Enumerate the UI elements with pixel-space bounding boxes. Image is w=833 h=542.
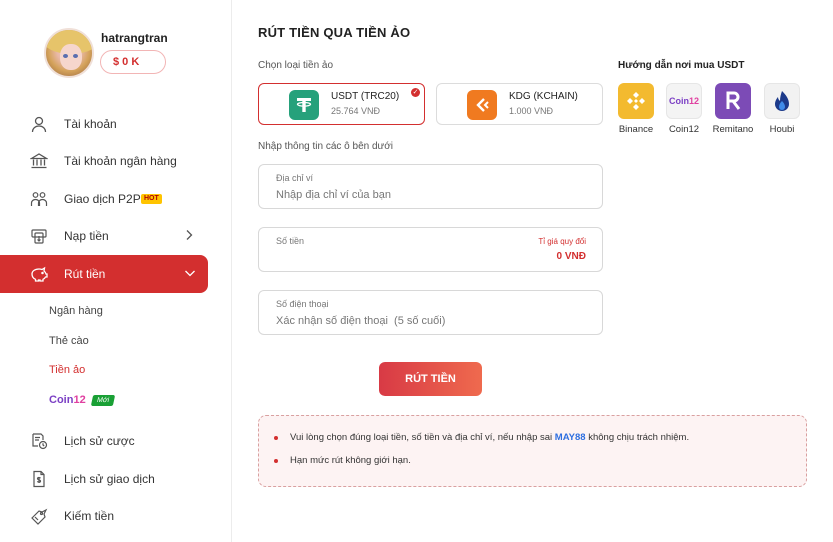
promo-code: MAY88 (554, 432, 586, 443)
sidebar-item-account[interactable]: Tài khoản (0, 105, 208, 143)
exchange-rate-label: Tỉ giá quy đổi (538, 237, 586, 246)
username: hatrangtran (101, 31, 168, 45)
sidebar-item-bet-history[interactable]: Lịch sử cược (0, 422, 208, 460)
notice-box: Vui lòng chọn đúng loại tiền, số tiền và… (258, 415, 807, 487)
exchange-label: Binance (618, 124, 654, 135)
sidebar-item-label: Lịch sử giao dịch (64, 472, 155, 486)
hot-badge: HOT (141, 194, 162, 204)
sidebar-item-deposit[interactable]: Nạp tiền (0, 217, 208, 255)
wallet-address-label: Địa chỉ ví (276, 173, 314, 183)
sidebar-item-p2p[interactable]: Giao dịch P2P HOT (0, 180, 208, 218)
sidebar-item-withdraw[interactable]: Rút tiền (0, 255, 208, 293)
sidebar-item-label: Nạp tiền (64, 229, 109, 243)
tether-icon (289, 90, 319, 120)
sidebar-item-label: Giao dịch P2P (64, 192, 141, 206)
sidebar-item-label: Tài khoản ngân hàng (64, 154, 177, 168)
main-panel: RÚT TIỀN QUA TIỀN ẢO Chọn loại tiền ảo U… (232, 0, 833, 542)
exchange-label: Coin12 (668, 124, 700, 135)
bet-history-icon (29, 431, 49, 451)
houbi-icon (764, 83, 800, 119)
chevron-down-icon (184, 267, 196, 281)
choose-coin-label: Chọn loại tiền ảo (258, 60, 334, 71)
exchange-coin12[interactable]: Coin12 Coin12 (660, 83, 708, 135)
piggy-bank-icon (29, 264, 49, 284)
avatar[interactable] (44, 28, 94, 78)
submenu-item-coin12[interactable]: Coin12 Mới (49, 394, 115, 406)
new-badge: Mới (90, 394, 115, 406)
exchange-binance[interactable]: Binance (612, 83, 660, 135)
sidebar-item-label: Tài khoản (64, 117, 117, 131)
sidebar-item-bank-account[interactable]: Tài khoản ngân hàng (0, 142, 208, 180)
exchange-rate-value: 0 VNĐ (556, 251, 586, 262)
page-title: RÚT TIỀN QUA TIỀN ẢO (258, 25, 411, 40)
submenu-item-crypto[interactable]: Tiền ảo (49, 364, 85, 376)
sidebar: hatrangtran $ 0 K Tài khoản Tài khoản ng… (0, 0, 232, 542)
sidebar-item-label: Rút tiền (64, 267, 106, 281)
submenu-item-card[interactable]: Thẻ cào (49, 335, 89, 347)
phone-input[interactable] (276, 313, 586, 329)
coin12-icon: Coin12 (666, 83, 702, 119)
phone-field[interactable]: Số điện thoại (258, 290, 603, 335)
wallet-address-input[interactable] (276, 187, 586, 203)
coin-option-usdt[interactable]: USDT (TRC20) 25.764 VNĐ ✓ (258, 83, 425, 125)
exchange-label: Remitano (712, 124, 754, 135)
coin-name: USDT (TRC20) (331, 91, 400, 102)
deposit-icon (29, 226, 49, 246)
app-root: hatrangtran $ 0 K Tài khoản Tài khoản ng… (0, 0, 833, 542)
bank-icon (29, 151, 49, 171)
coin-price: 25.764 VNĐ (331, 106, 381, 116)
coin-option-kdg[interactable]: KDG (KCHAIN) 1.000 VNĐ (436, 83, 603, 125)
transaction-history-icon (29, 469, 49, 489)
earn-icon (29, 506, 49, 526)
p2p-icon (29, 189, 49, 209)
wallet-address-field[interactable]: Địa chỉ ví (258, 164, 603, 209)
coin-price: 1.000 VNĐ (509, 106, 554, 116)
withdraw-button[interactable]: RÚT TIỀN (379, 362, 482, 396)
coin-name: KDG (KCHAIN) (509, 91, 578, 102)
sidebar-item-transaction-history[interactable]: Lịch sử giao dịch (0, 460, 208, 498)
exchange-label: Houbi (769, 124, 795, 135)
remitano-icon (715, 83, 751, 119)
notice-item: Hạn mức rút không giới hạn. (274, 455, 689, 466)
binance-icon (618, 83, 654, 119)
chevron-right-icon (184, 229, 194, 244)
user-icon (29, 114, 49, 134)
sidebar-item-label: Lịch sử cược (64, 434, 135, 448)
notice-item: Vui lòng chọn đúng loại tiền, số tiền và… (274, 432, 689, 443)
sidebar-item-earn[interactable]: Kiếm tiền (0, 497, 208, 535)
info-label: Nhập thông tin các ô bên dưới (258, 141, 394, 152)
amount-input[interactable] (276, 250, 516, 266)
exchange-houbi[interactable]: Houbi (758, 83, 806, 135)
exchange-remitano[interactable]: Remitano (709, 83, 757, 135)
kdg-icon (467, 90, 497, 120)
amount-label: Số tiền (276, 236, 305, 246)
phone-label: Số điện thoại (276, 299, 329, 309)
sidebar-item-label: Kiếm tiền (64, 509, 115, 523)
coin12-logo: Coin12 (49, 394, 86, 406)
guide-title: Hướng dẫn nơi mua USDT (618, 60, 745, 71)
amount-field[interactable]: Số tiền Tỉ giá quy đổi 0 VNĐ (258, 227, 603, 272)
submenu-item-bank[interactable]: Ngân hàng (49, 305, 103, 317)
check-icon: ✓ (411, 88, 420, 97)
balance-badge[interactable]: $ 0 K (100, 50, 166, 74)
